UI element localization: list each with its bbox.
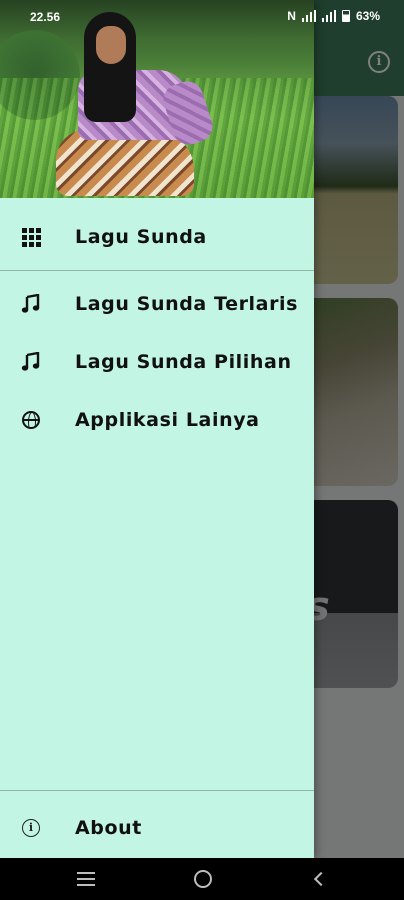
menu-item-label: Lagu Sunda Terlaris xyxy=(75,293,299,315)
menu-item-label: About xyxy=(75,817,142,839)
music-note-icon xyxy=(20,293,42,315)
status-time: 22.56 xyxy=(30,10,61,24)
menu-item-lagu-sunda[interactable]: Lagu Sunda xyxy=(0,209,314,265)
menu-item-label: Lagu Sunda Pilihan xyxy=(75,351,292,373)
system-nav-bar xyxy=(0,858,404,900)
navigation-drawer: Lagu Sunda Lagu Sunda Terlaris Lagu Sund… xyxy=(0,0,314,858)
battery-level: 63% xyxy=(355,9,380,23)
music-note-icon xyxy=(20,351,42,373)
header-photo-person xyxy=(50,12,217,198)
menu-item-label: Applikasi Lainya xyxy=(75,409,260,431)
menu-item-about[interactable]: i About xyxy=(0,800,314,856)
home-icon[interactable] xyxy=(183,858,223,900)
menu-item-applikasi-lainya[interactable]: Applikasi Lainya xyxy=(0,392,314,448)
battery-icon xyxy=(341,10,350,22)
menu-item-label: Lagu Sunda xyxy=(75,226,207,248)
nfc-icon: N xyxy=(287,9,296,23)
menu-item-lagu-sunda-terlaris[interactable]: Lagu Sunda Terlaris xyxy=(0,276,314,332)
status-bar: 22.56 N 63% xyxy=(0,0,404,34)
menu-item-lagu-sunda-pilihan[interactable]: Lagu Sunda Pilihan xyxy=(0,334,314,390)
menu-divider xyxy=(0,790,314,791)
grid-icon xyxy=(20,226,42,248)
signal-icon xyxy=(321,10,336,22)
signal-icon xyxy=(301,10,316,22)
status-icons: N 63% xyxy=(287,9,380,23)
info-icon: i xyxy=(20,817,42,839)
back-icon[interactable] xyxy=(299,858,339,900)
globe-icon xyxy=(20,409,42,431)
menu-divider xyxy=(0,270,314,271)
recents-icon[interactable] xyxy=(66,858,106,900)
